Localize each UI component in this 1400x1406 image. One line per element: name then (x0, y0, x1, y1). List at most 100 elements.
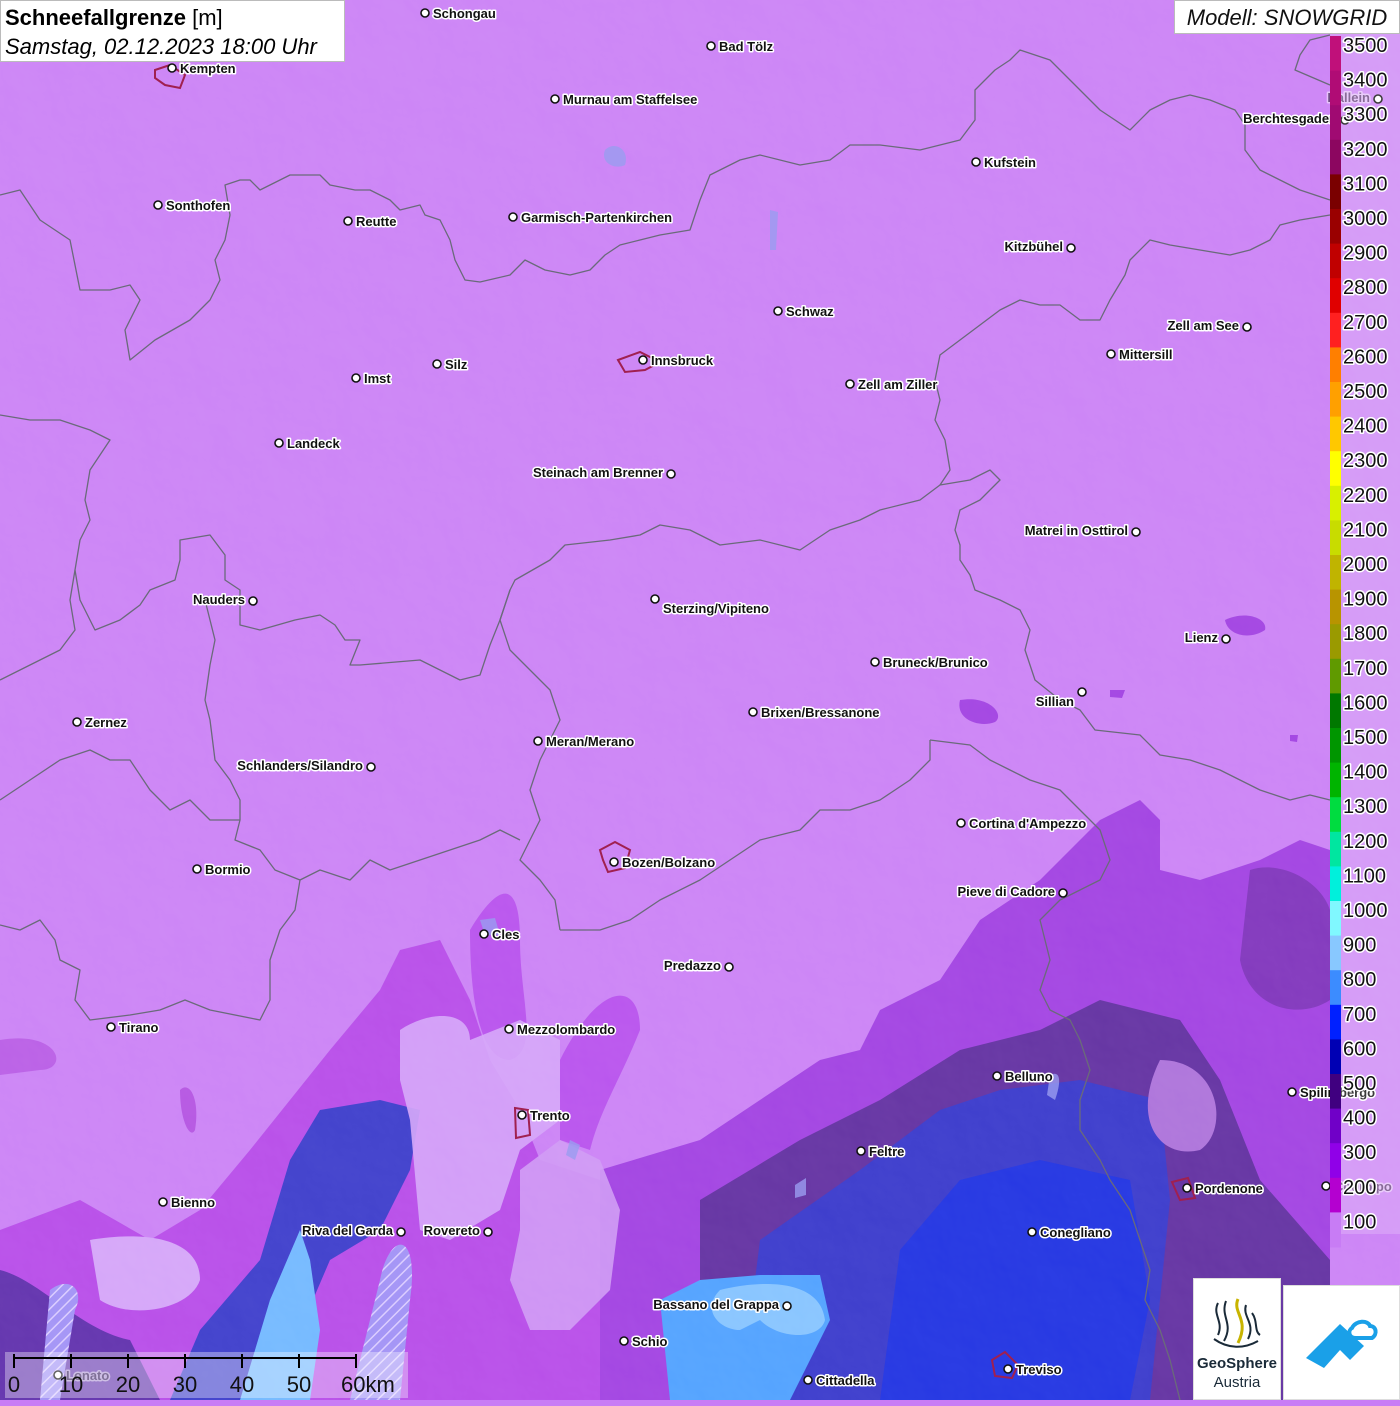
city-marker: Conegliano (1027, 1224, 1112, 1242)
city-label: Cortina d'Ampezzo (969, 816, 1086, 831)
city-label: Kitzbühel (1005, 239, 1064, 254)
city-label: Bad Tölz (719, 39, 774, 54)
city-label: Steinach am Brenner (533, 465, 663, 480)
city-dot-icon (619, 1336, 629, 1346)
legend-label: 2800 (1343, 277, 1388, 299)
city-marker: Zell am Ziller (845, 376, 939, 394)
city-label: Mittersill (1119, 347, 1172, 362)
scale-label: 10 (59, 1372, 83, 1397)
legend-swatch (1330, 278, 1341, 314)
city-dot-icon (274, 438, 284, 448)
city-dot-icon (845, 379, 855, 389)
city-label: Berchtesgaden (1243, 111, 1337, 126)
legend-label: 3500 (1343, 35, 1388, 57)
legend-swatch (1330, 312, 1341, 348)
legend-swatch (1330, 624, 1341, 660)
legend-swatch (1330, 520, 1341, 556)
city-marker: Meran/Merano (533, 733, 636, 751)
city-dot-icon (508, 212, 518, 222)
city-dot-icon (1321, 1181, 1331, 1191)
legend-swatch (1330, 1143, 1341, 1179)
city-dot-icon (517, 1110, 527, 1120)
city-dot-icon (971, 157, 981, 167)
city-dot-icon (106, 1022, 116, 1032)
city-label: Garmisch-Partenkirchen (521, 210, 672, 225)
city-marker: Schongau (420, 5, 497, 23)
legend-label: 1300 (1343, 796, 1388, 818)
city-dot-icon (1221, 634, 1231, 644)
legend-label: 1200 (1343, 831, 1388, 853)
city-dot-icon (153, 200, 163, 210)
city-label: Zernez (85, 715, 127, 730)
city-label: Bassano del Grappa (653, 1297, 779, 1312)
color-legend: 3500 3400 3300 3200 3100 3000 2900 2800 2700 2600… (1330, 34, 1400, 1248)
legend-swatch (1330, 1074, 1341, 1110)
city-dot-icon (343, 216, 353, 226)
legend-label: 900 (1343, 935, 1376, 957)
legend-swatch (1330, 347, 1341, 383)
city-label: Nauders (193, 592, 245, 607)
city-label: Belluno (1005, 1069, 1053, 1084)
legend-swatch (1330, 382, 1341, 418)
city-dot-icon (773, 306, 783, 316)
legend-label: 600 (1343, 1038, 1376, 1060)
legend-label: 1400 (1343, 762, 1388, 784)
legend-swatch (1330, 589, 1341, 625)
legend-label: 1100 (1343, 865, 1386, 887)
legend-swatch (1330, 105, 1341, 141)
city-dot-icon (803, 1375, 813, 1385)
legend-label: 200 (1343, 1177, 1376, 1199)
legend-swatch (1330, 1039, 1341, 1075)
geosphere-logo[interactable]: GeoSphere Austria (1193, 1278, 1281, 1400)
city-dot-icon (870, 657, 880, 667)
city-dot-icon (420, 8, 430, 18)
city-label: Schongau (433, 6, 496, 21)
city-marker: Matrei in Osttirol (1023, 522, 1141, 540)
city-marker: Bruneck/Brunico (870, 654, 989, 672)
legend-swatch (1330, 831, 1341, 867)
city-dot-icon (396, 1227, 406, 1237)
city-label: Riva del Garda (302, 1223, 394, 1238)
city-dot-icon (1027, 1227, 1037, 1237)
legend-swatch (1330, 1212, 1341, 1248)
city-dot-icon (483, 1227, 493, 1237)
city-dot-icon (1182, 1183, 1192, 1193)
city-label: Matrei in Osttirol (1025, 523, 1128, 538)
city-label: Zell am See (1167, 318, 1239, 333)
city-dot-icon (1003, 1364, 1013, 1374)
city-label: Schwaz (786, 304, 834, 319)
city-marker: Bozen/Bolzano (609, 854, 717, 872)
city-dot-icon (1131, 527, 1141, 537)
city-marker: Zell am See (1166, 317, 1252, 335)
city-dot-icon (782, 1301, 792, 1311)
legend-label: 2000 (1343, 554, 1388, 576)
city-dot-icon (706, 41, 716, 51)
city-dot-icon (248, 596, 258, 606)
city-dot-icon (167, 63, 177, 73)
city-marker: Riva del Garda (300, 1222, 406, 1240)
legend-swatch (1330, 797, 1341, 833)
city-label: Bienno (171, 1195, 215, 1210)
scale-label: 20 (116, 1372, 140, 1397)
city-dot-icon (856, 1146, 866, 1156)
city-dot-icon (504, 1024, 514, 1034)
city-marker: Innsbruck (638, 352, 715, 370)
legend-swatch (1330, 728, 1341, 764)
city-label: Meran/Merano (546, 734, 634, 749)
city-dot-icon (1077, 687, 1087, 697)
city-dot-icon (650, 594, 660, 604)
city-dot-icon (724, 962, 734, 972)
legend-label: 300 (1343, 1142, 1376, 1164)
city-marker: Bassano del Grappa (652, 1296, 792, 1314)
scale-label: 60km (341, 1372, 395, 1397)
city-dot-icon (638, 355, 648, 365)
legend-label: 2900 (1343, 243, 1388, 265)
legend-label: 2400 (1343, 416, 1388, 438)
legend-swatch (1330, 209, 1341, 245)
city-marker: Brixen/Bressanone (748, 704, 881, 722)
city-label: Kufstein (984, 155, 1036, 170)
app-logo[interactable] (1283, 1285, 1400, 1400)
city-label: Landeck (287, 436, 341, 451)
city-dot-icon (533, 736, 543, 746)
legend-swatch (1330, 1004, 1341, 1040)
